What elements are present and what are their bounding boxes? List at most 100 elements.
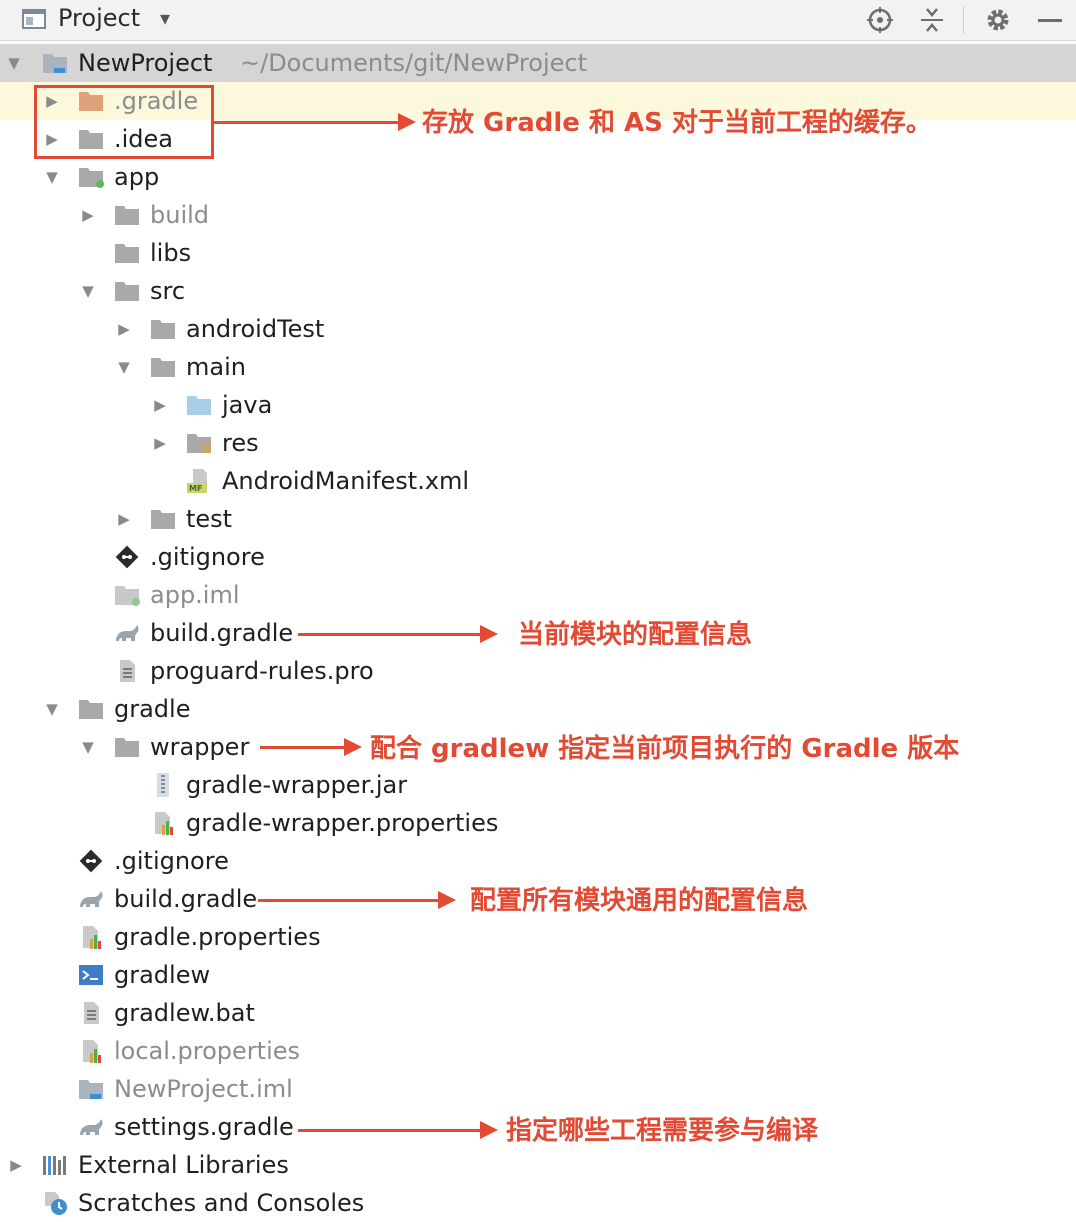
gradle-dir-label: gradle bbox=[114, 695, 191, 723]
annotation-arrow bbox=[260, 746, 346, 749]
source-folder-icon bbox=[186, 393, 212, 417]
git-file-icon bbox=[114, 545, 140, 569]
gitignore-label: .gitignore bbox=[114, 847, 229, 875]
project-file-icon bbox=[78, 1077, 104, 1101]
app-build-gradle-label: build.gradle bbox=[150, 619, 294, 647]
expand-arrow-icon[interactable]: ▶ bbox=[150, 424, 170, 462]
tree-row-gitignore[interactable]: .gitignore bbox=[0, 842, 1076, 880]
expand-arrow-icon[interactable]: ▶ bbox=[114, 500, 134, 538]
proguard-label: proguard-rules.pro bbox=[150, 657, 374, 685]
tree-row-gradle-props[interactable]: gradle.properties bbox=[0, 918, 1076, 956]
main-label: main bbox=[186, 353, 246, 381]
project-folder-icon bbox=[42, 51, 68, 75]
root-label: NewProject bbox=[78, 49, 213, 77]
tree-row-libs[interactable]: libs bbox=[0, 234, 1076, 272]
annotation-arrow bbox=[258, 899, 440, 902]
folder-icon bbox=[150, 355, 176, 379]
tree-row-project-iml[interactable]: NewProject.iml bbox=[0, 1070, 1076, 1108]
annotation-wrapper: 配合 gradlew 指定当前项目执行的 Gradle 版本 bbox=[370, 734, 960, 764]
tree-row-external-libs[interactable]: ▶ External Libraries bbox=[0, 1146, 1076, 1184]
collapse-arrow-icon[interactable]: ▼ bbox=[78, 272, 98, 310]
java-label: java bbox=[222, 391, 273, 419]
collapse-arrow-icon[interactable]: ▼ bbox=[114, 348, 134, 386]
tree-row-gradlew[interactable]: gradlew bbox=[0, 956, 1076, 994]
gradle-file-icon bbox=[78, 887, 104, 911]
module-folder-icon bbox=[78, 165, 104, 189]
src-label: src bbox=[150, 277, 186, 305]
gradlew-label: gradlew bbox=[114, 961, 211, 989]
gradlew-bat-label: gradlew.bat bbox=[114, 999, 255, 1027]
app-gitignore-label: .gitignore bbox=[150, 543, 265, 571]
tree-row-gradlew-bat[interactable]: gradlew.bat bbox=[0, 994, 1076, 1032]
tree-row-java[interactable]: ▶ java bbox=[0, 386, 1076, 424]
tree-row-proguard[interactable]: proguard-rules.pro bbox=[0, 652, 1076, 690]
tree-row-main[interactable]: ▼ main bbox=[0, 348, 1076, 386]
settings-gradle-label: settings.gradle bbox=[114, 1113, 294, 1141]
tool-window-title[interactable]: Project bbox=[58, 4, 140, 32]
scratches-icon bbox=[42, 1191, 68, 1215]
jar-file-icon bbox=[150, 773, 176, 797]
external-libs-label: External Libraries bbox=[78, 1151, 289, 1179]
collapse-arrow-icon[interactable]: ▼ bbox=[78, 728, 98, 766]
android-test-label: androidTest bbox=[186, 315, 325, 343]
tree-row-wrapper-jar[interactable]: gradle-wrapper.jar bbox=[0, 766, 1076, 804]
tree-row-app-gitignore[interactable]: .gitignore bbox=[0, 538, 1076, 576]
tree-row-res[interactable]: ▶ res bbox=[0, 424, 1076, 462]
annotation-arrow bbox=[298, 1129, 482, 1132]
tree-row-wrapper-props[interactable]: gradle-wrapper.properties bbox=[0, 804, 1076, 842]
collapse-arrow-icon[interactable]: ▼ bbox=[4, 44, 24, 82]
expand-arrow-icon[interactable]: ▶ bbox=[150, 386, 170, 424]
annotation-arrowhead bbox=[398, 113, 416, 131]
annotation-module-config: 当前模块的配置信息 bbox=[518, 620, 753, 650]
tree-row-scratches[interactable]: Scratches and Consoles bbox=[0, 1184, 1076, 1222]
scratches-label: Scratches and Consoles bbox=[78, 1189, 365, 1217]
settings-icon[interactable] bbox=[984, 6, 1012, 34]
expand-arrow-icon[interactable]: ▶ bbox=[78, 196, 98, 234]
wrapper-props-label: gradle-wrapper.properties bbox=[186, 809, 499, 837]
annotation-arrowhead bbox=[438, 891, 456, 909]
collapse-all-icon[interactable] bbox=[918, 6, 946, 34]
wrapper-label: wrapper bbox=[150, 733, 250, 761]
project-iml-label: NewProject.iml bbox=[114, 1075, 293, 1103]
shell-script-icon bbox=[78, 963, 104, 987]
text-file-icon bbox=[114, 659, 140, 683]
tree-row-src[interactable]: ▼ src bbox=[0, 272, 1076, 310]
tree-row-android-test[interactable]: ▶ androidTest bbox=[0, 310, 1076, 348]
gradle-props-label: gradle.properties bbox=[114, 923, 321, 951]
collapse-arrow-icon[interactable]: ▼ bbox=[42, 690, 62, 728]
folder-icon bbox=[78, 697, 104, 721]
manifest-label: AndroidManifest.xml bbox=[222, 467, 470, 495]
tree-row-app[interactable]: ▼ app bbox=[0, 158, 1076, 196]
local-props-label: local.properties bbox=[114, 1037, 301, 1065]
tree-row-app-iml[interactable]: app.iml bbox=[0, 576, 1076, 614]
tree-row-test[interactable]: ▶ test bbox=[0, 500, 1076, 538]
folder-icon bbox=[114, 279, 140, 303]
expand-arrow-icon[interactable]: ▶ bbox=[6, 1146, 26, 1184]
tree-row-manifest[interactable]: AndroidManifest.xml bbox=[0, 462, 1076, 500]
annotation-settings: 指定哪些工程需要参与编译 bbox=[506, 1116, 819, 1146]
app-label: app bbox=[114, 163, 160, 191]
app-iml-label: app.iml bbox=[150, 581, 240, 609]
module-file-icon bbox=[114, 583, 140, 607]
tree-row-local-props[interactable]: local.properties bbox=[0, 1032, 1076, 1070]
annotation-arrowhead bbox=[480, 625, 498, 643]
locate-icon[interactable] bbox=[866, 6, 894, 34]
text-file-icon bbox=[78, 1001, 104, 1025]
minimize-icon[interactable] bbox=[1036, 6, 1064, 34]
collapse-arrow-icon[interactable]: ▼ bbox=[42, 158, 62, 196]
folder-icon bbox=[150, 317, 176, 341]
annotation-arrowhead bbox=[480, 1121, 498, 1139]
tree-row-build[interactable]: ▶ build bbox=[0, 196, 1076, 234]
toolbar-separator bbox=[963, 6, 964, 34]
annotation-arrow bbox=[298, 633, 482, 636]
tree-row-root[interactable]: ▼ NewProject ~/Documents/git/NewProject bbox=[0, 44, 1076, 82]
dropdown-caret-icon[interactable]: ▾ bbox=[160, 6, 170, 30]
res-label: res bbox=[222, 429, 259, 457]
properties-file-icon bbox=[78, 1039, 104, 1063]
tree-row-gradle[interactable]: ▼ gradle bbox=[0, 690, 1076, 728]
git-file-icon bbox=[78, 849, 104, 873]
properties-file-icon bbox=[150, 811, 176, 835]
library-icon bbox=[42, 1153, 68, 1177]
expand-arrow-icon[interactable]: ▶ bbox=[114, 310, 134, 348]
project-view-icon bbox=[22, 9, 46, 29]
